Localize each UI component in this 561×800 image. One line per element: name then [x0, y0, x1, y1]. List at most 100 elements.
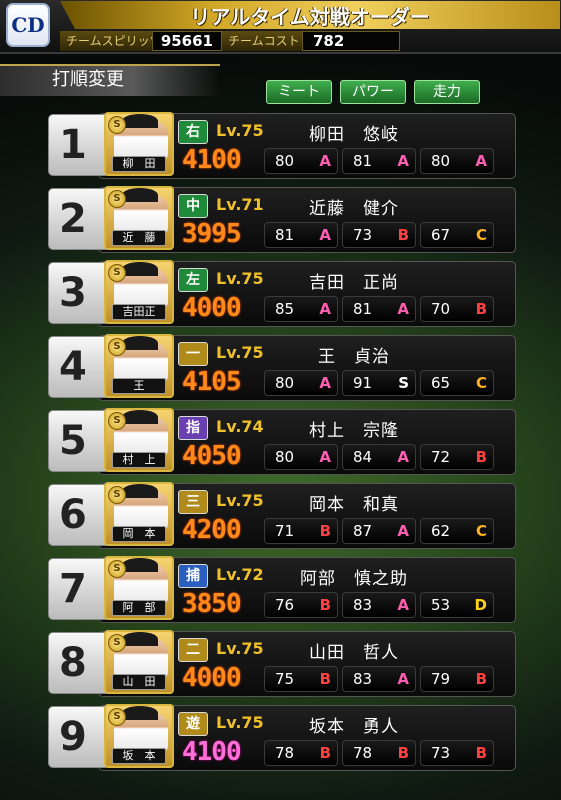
stat-value: 81: [353, 300, 373, 318]
player-card[interactable]: S 吉田正: [104, 260, 174, 324]
team-spirits-value: 95661: [152, 31, 222, 51]
stat-grade: C: [475, 522, 487, 540]
lineup-row[interactable]: 2 S 近 藤 中 Lv.71 近藤 健介 3995 81 A 73 B 67 …: [0, 184, 561, 254]
stat-value: 78: [353, 744, 373, 762]
stat-grade: C: [475, 226, 487, 244]
stat-box-speed: 53 D: [420, 592, 494, 618]
tab-speed[interactable]: 走力: [414, 80, 480, 104]
lineup-row[interactable]: 9 S 坂 本 遊 Lv.75 坂本 勇人 4100 78 B 78 B 73 …: [0, 702, 561, 772]
overall-rating: 4100: [182, 145, 242, 175]
stat-value: 72: [431, 448, 451, 466]
player-card[interactable]: S 阿 部: [104, 556, 174, 620]
player-card[interactable]: S 王: [104, 334, 174, 398]
stat-grade: A: [319, 226, 331, 244]
card-name: 吉田正: [112, 304, 166, 320]
stat-value: 65: [431, 374, 451, 392]
stat-value: 78: [275, 744, 295, 762]
stat-value: 70: [431, 300, 451, 318]
batting-order-number: 1: [48, 114, 110, 176]
s-medal-icon: S: [108, 708, 126, 726]
player-card[interactable]: S 山 田: [104, 630, 174, 694]
batting-order-number: 6: [48, 484, 110, 546]
stat-grade: B: [475, 448, 487, 466]
team-logo: CD: [6, 3, 50, 47]
batting-order-number: 8: [48, 632, 110, 694]
overall-rating: 4000: [182, 293, 242, 323]
stat-value: 76: [275, 596, 295, 614]
header-bar: CD リアルタイム対戦オーダー チームスピリッツ 95661 チームコスト 78…: [0, 0, 561, 54]
position-badge: 二: [178, 638, 208, 662]
player-card[interactable]: S 村 上: [104, 408, 174, 472]
batting-order-number: 9: [48, 706, 110, 768]
stat-value: 81: [275, 226, 295, 244]
stat-box-power: 83 A: [342, 592, 416, 618]
stat-box-speed: 65 C: [420, 370, 494, 396]
stat-grade: D: [474, 596, 487, 614]
stat-grade: B: [475, 744, 487, 762]
stat-box-meet: 75 B: [264, 666, 338, 692]
stat-box-speed: 73 B: [420, 740, 494, 766]
s-medal-icon: S: [108, 634, 126, 652]
player-name: 山田 哲人: [309, 643, 399, 663]
card-name: 柳 田: [112, 156, 166, 172]
lineup-row[interactable]: 6 S 岡 本 三 Lv.75 岡本 和真 4200 71 B 87 A 62 …: [0, 480, 561, 550]
player-card[interactable]: S 近 藤: [104, 186, 174, 250]
s-medal-icon: S: [108, 190, 126, 208]
stat-value: 84: [353, 448, 373, 466]
position-badge: 遊: [178, 712, 208, 736]
overall-rating: 4100: [182, 737, 242, 767]
stat-grade: B: [319, 744, 331, 762]
batting-order-number: 5: [48, 410, 110, 472]
overall-rating: 4105: [182, 367, 242, 397]
player-level: Lv.75: [216, 121, 264, 140]
lineup-row[interactable]: 3 S 吉田正 左 Lv.75 吉田 正尚 4000 85 A 81 A 70 …: [0, 258, 561, 328]
s-medal-icon: S: [108, 116, 126, 134]
cap-shape: [122, 706, 158, 720]
stat-grade: B: [475, 670, 487, 688]
cap-shape: [122, 114, 158, 128]
lineup-row[interactable]: 1 S 柳 田 右 Lv.75 柳田 悠岐 4100 80 A 81 A 80 …: [0, 110, 561, 180]
lineup-row[interactable]: 5 S 村 上 指 Lv.74 村上 宗隆 4050 80 A 84 A 72 …: [0, 406, 561, 476]
stat-value: 53: [431, 596, 451, 614]
position-badge: 捕: [178, 564, 208, 588]
stat-value: 79: [431, 670, 451, 688]
stat-box-speed: 72 B: [420, 444, 494, 470]
player-name: 王 貞治: [318, 347, 390, 367]
player-name: 岡本 和真: [309, 495, 399, 515]
stat-grade: B: [319, 670, 331, 688]
player-card[interactable]: S 岡 本: [104, 482, 174, 546]
stat-grade: A: [319, 448, 331, 466]
overall-rating: 3995: [182, 219, 242, 249]
stat-grade: A: [319, 152, 331, 170]
s-medal-icon: S: [108, 412, 126, 430]
player-card[interactable]: S 坂 本: [104, 704, 174, 768]
stat-value: 80: [275, 448, 295, 466]
team-stats: チームスピリッツ 95661 チームコスト 782: [60, 31, 560, 51]
player-level: Lv.75: [216, 639, 264, 658]
stat-box-speed: 79 B: [420, 666, 494, 692]
player-name: 坂本 勇人: [309, 717, 399, 737]
team-cost-label: チームコスト: [222, 31, 302, 51]
position-badge: 中: [178, 194, 208, 218]
cap-shape: [122, 632, 158, 646]
stat-grade: A: [397, 300, 409, 318]
player-level: Lv.75: [216, 713, 264, 732]
overall-rating: 3850: [182, 589, 242, 619]
stat-value: 85: [275, 300, 295, 318]
page-title: リアルタイム対戦オーダー: [60, 1, 560, 29]
stat-box-speed: 62 C: [420, 518, 494, 544]
tab-power[interactable]: パワー: [340, 80, 406, 104]
lineup-row[interactable]: 4 S 王 一 Lv.75 王 貞治 4105 80 A 91 S 65 C: [0, 332, 561, 402]
stat-box-meet: 71 B: [264, 518, 338, 544]
player-card[interactable]: S 柳 田: [104, 112, 174, 176]
stat-grade: B: [319, 522, 331, 540]
tab-meet[interactable]: ミート: [266, 80, 332, 104]
batting-order-number: 4: [48, 336, 110, 398]
card-name: 近 藤: [112, 230, 166, 246]
s-medal-icon: S: [108, 338, 126, 356]
player-level: Lv.74: [216, 417, 264, 436]
lineup-row[interactable]: 7 S 阿 部 捕 Lv.72 阿部 慎之助 3850 76 B 83 A 53…: [0, 554, 561, 624]
s-medal-icon: S: [108, 486, 126, 504]
stat-grade: A: [397, 670, 409, 688]
lineup-row[interactable]: 8 S 山 田 二 Lv.75 山田 哲人 4000 75 B 83 A 79 …: [0, 628, 561, 698]
